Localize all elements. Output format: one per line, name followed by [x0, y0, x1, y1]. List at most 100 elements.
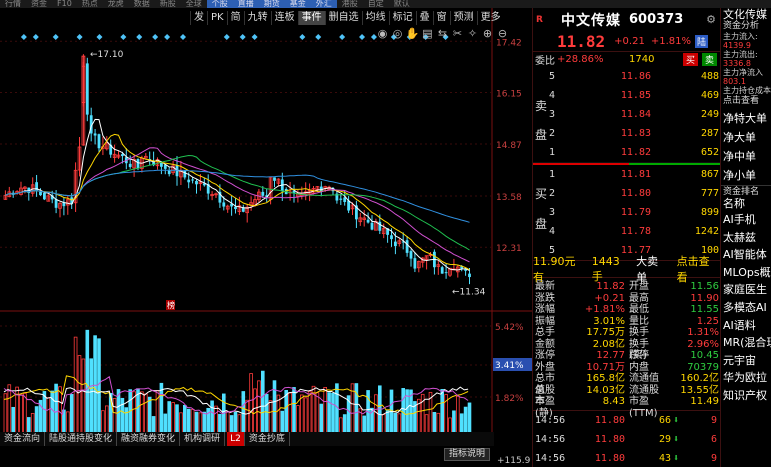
stats-grid: 最新 11.82 开盘 11.56 涨跌 +0.21 最高 11.90 涨幅 +1.81% 最低 11… [533, 278, 720, 419]
volume-bar [81, 358, 86, 434]
concept-item[interactable]: MR(混合现实) [721, 334, 771, 352]
buy-button[interactable]: 买 [683, 53, 699, 66]
top-menu-item[interactable]: 外汇 [310, 0, 337, 8]
volume-bar [268, 400, 273, 434]
cut-icon[interactable]: ✂ [450, 27, 465, 40]
concept-item[interactable]: 多模态AI [721, 299, 771, 317]
volume-bar [97, 338, 101, 434]
concept-item[interactable]: MLOps概念 [721, 264, 771, 282]
stat-value: +0.21 [594, 292, 625, 304]
kline-chart[interactable]: 17.4216.1514.8713.5812.315.42%3.41%1.82%… [0, 8, 532, 467]
bottom-tab[interactable]: 陆股通持股变化 [45, 432, 118, 446]
tick-count: 9 [710, 414, 717, 426]
chart-toolbar-item[interactable]: 窗 [432, 11, 450, 25]
volume-bar [163, 413, 168, 434]
chart-toolbar-item[interactable]: 删自选 [324, 11, 362, 25]
bottom-tab[interactable]: 机构调研 [180, 432, 226, 446]
hand-icon[interactable]: ✋ [405, 27, 420, 40]
candle-body [343, 197, 347, 203]
sell-side-label: 卖 [535, 99, 548, 113]
zoom-in-icon[interactable]: ⊕ [480, 27, 495, 40]
chart-icon[interactable]: ▤ [420, 27, 435, 40]
top-menu-item[interactable]: F10 [52, 0, 77, 8]
top-menu-item[interactable]: 新股 [155, 0, 181, 8]
chart-toolbar-item[interactable]: 九转 [243, 11, 271, 25]
concept-item[interactable]: 元宇宙 [721, 352, 771, 370]
bottom-tab[interactable]: L2 [227, 432, 245, 446]
volume-bar [264, 393, 269, 434]
top-menu-item[interactable]: 数据 [129, 0, 155, 8]
net-inflow-item[interactable]: 净大单 [721, 128, 771, 147]
volume-bar [385, 410, 390, 434]
stat-value-2: 10.45 [690, 350, 719, 361]
concept-item[interactable]: AI语料 [721, 317, 771, 335]
stat-label: 市盈(静) [535, 396, 555, 419]
bottom-tab[interactable]: 融资融券变化 [117, 432, 181, 446]
gear-icon[interactable]: ⚙ [706, 13, 716, 26]
chart-toolbar-item[interactable]: 简 [226, 11, 244, 25]
fund-flow: 主力流入: 4139.9 主力流出: 3336.8 主力净流入 803.1 主力持仓成本 [721, 32, 771, 95]
chart-toolbar-item[interactable]: 均线 [361, 11, 389, 25]
volume-bar [237, 414, 242, 434]
low-label: ←11.34 [452, 287, 486, 297]
flow-label: 主力净流入 [723, 68, 763, 77]
zoom-out-icon[interactable]: ⊖ [495, 27, 510, 40]
flow-value: 803.1 [723, 77, 746, 86]
target-icon[interactable]: ◎ [390, 27, 405, 40]
concept-item[interactable]: AI手机 [721, 211, 771, 229]
bottom-tab[interactable]: 资金抄底 [245, 432, 290, 446]
top-menu-item[interactable]: 直播 [232, 0, 259, 8]
stat-row: 市盈(静) 8.43 市盈(TTM) 11.49 [533, 396, 720, 419]
concept-item[interactable]: AI智能体 [721, 246, 771, 264]
net-inflow-item[interactable]: 净特大单 [721, 109, 771, 128]
bottom-tab[interactable]: 资金流向 [0, 432, 46, 446]
flow-label: 主力流入: [723, 32, 758, 41]
net-inflow-item[interactable]: 净中单 [721, 147, 771, 166]
book-price: 11.79 [620, 207, 651, 218]
volume-bar [424, 414, 429, 434]
concept-item[interactable]: 华为欧拉 [721, 369, 771, 387]
pair-icon[interactable]: ⇆ [435, 27, 450, 40]
mark-icon[interactable]: ✧ [465, 27, 480, 40]
top-menu-item[interactable]: 自定 [363, 0, 389, 8]
candle-body [273, 177, 276, 181]
chart-toolbar-item[interactable]: 更多 [476, 11, 504, 25]
top-menu-item[interactable]: 默认 [389, 0, 415, 8]
stock-name: 中文传媒 [561, 12, 621, 29]
concept-item[interactable]: 家庭医生 [721, 281, 771, 299]
sell-button[interactable]: 卖 [702, 53, 718, 66]
price-axis-label: 13.58 [496, 193, 522, 203]
sector-title[interactable]: 文化传媒 [721, 8, 771, 21]
chart-toolbar-item[interactable]: 预测 [449, 11, 477, 25]
net-inflow-item[interactable]: 净小单 [721, 166, 771, 185]
top-menu-item[interactable]: 港股 [337, 0, 363, 8]
chart-toolbar-item[interactable]: PK [207, 11, 227, 25]
top-menu-item[interactable]: 个股 [206, 0, 233, 8]
top-menu-item[interactable]: 期货 [258, 0, 285, 8]
stat-row: 总市值 165.8亿 流通值 160.2亿 [533, 373, 720, 396]
fund-link[interactable]: 点击查看 [721, 95, 771, 107]
top-menu-item[interactable]: 龙虎 [103, 0, 129, 8]
volume-bar [467, 402, 472, 434]
indicator-help-button[interactable]: 指标说明 [444, 448, 490, 461]
top-menu-item[interactable]: 全球 [181, 0, 207, 8]
chart-toolbar-item[interactable]: 标记 [388, 11, 416, 25]
tick-count: 9 [710, 452, 717, 464]
chart-toolbar-item[interactable]: 连板 [270, 11, 298, 25]
candle-body [85, 63, 89, 115]
concept-item[interactable]: 知识产权 [721, 387, 771, 405]
chart-toolbar-item[interactable]: 叠 [415, 11, 433, 25]
book-volume: 1242 [694, 226, 719, 237]
top-menu-item[interactable]: 基金 [284, 0, 311, 8]
top-menu-item[interactable]: 热点 [77, 0, 103, 8]
chart-toolbar-item[interactable]: 事件 [297, 11, 325, 25]
book-level: 1 [549, 147, 556, 158]
stat-value: 10.71万 [586, 361, 625, 373]
concept-item[interactable]: 太赫兹 [721, 229, 771, 247]
volume-bar [101, 410, 105, 434]
chart-toolbar-item[interactable]: 发 [190, 11, 207, 25]
eye-icon[interactable]: ◉ [375, 27, 390, 40]
top-menu-item[interactable]: 资金 [26, 0, 52, 8]
volume-bar [229, 415, 234, 434]
top-menu-item[interactable]: 行情 [0, 0, 26, 8]
